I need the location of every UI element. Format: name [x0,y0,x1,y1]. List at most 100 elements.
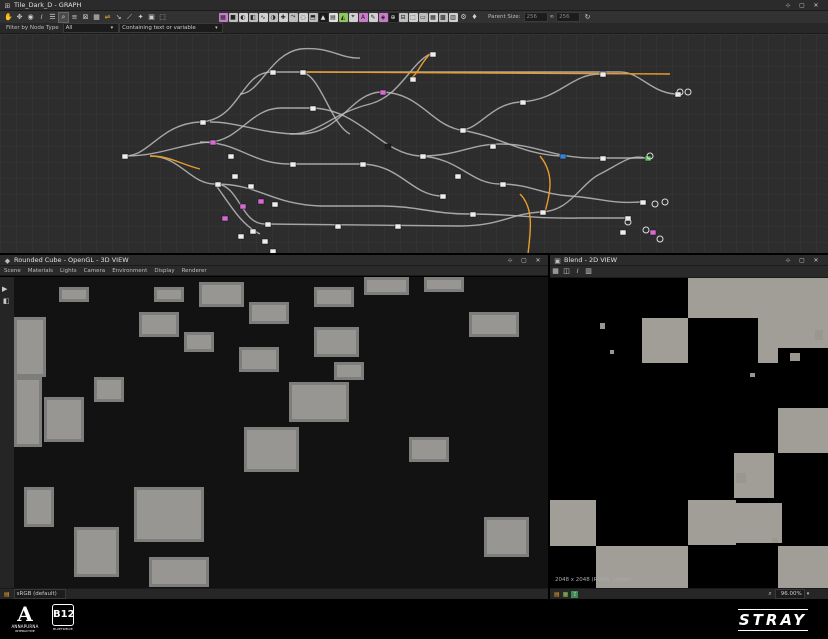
graph-node-11 [469,211,477,218]
search-mode-select[interactable]: Containing text or variable [119,23,224,33]
node-pin-icon[interactable]: ▦ [428,12,438,22]
view3d-pin-icon[interactable]: ⊹ [506,257,514,265]
view2d-maximize-icon[interactable]: ▢ [798,257,806,265]
view3d-menu-camera[interactable]: Camera [84,268,106,274]
node-curve-icon[interactable]: ∿ [258,12,268,22]
view3d-menu-renderer[interactable]: Renderer [182,268,207,274]
graph-node-41 [237,233,245,240]
node-gradient-icon[interactable]: ◭ [338,12,348,22]
align-icon[interactable]: ☰ [48,13,57,22]
node-hsl-icon[interactable]: ◑ [268,12,278,22]
grid-icon[interactable]: ▦ [92,13,101,22]
view2d-channel-icon[interactable]: ▦ [551,267,560,276]
annapurna-logo-mark-icon: A [17,602,33,626]
node-normal-icon[interactable]: ⬒ [308,12,318,22]
node-transform-icon[interactable]: ✚ [278,12,288,22]
pin-icon[interactable]: ⊹ [784,2,792,10]
search-icon[interactable]: ⌕ [58,11,69,23]
node-bitmap-icon[interactable]: ◈ [378,12,388,22]
view2d-blob-2 [790,353,800,361]
parent-size-width-field[interactable]: 256 [523,12,548,22]
info-icon[interactable]: 𝑖 [37,13,46,22]
view2d-color-icon[interactable]: ▦ [563,591,569,598]
node-fxmap-icon[interactable]: ▲ [318,12,328,22]
view2d-viewport[interactable]: 2048 x 2048 (RGBA, 16bpc) [550,278,828,588]
view3d-viewport[interactable]: ▶ ◧ [0,277,548,588]
view3d-menu-lights[interactable]: Lights [60,268,77,274]
view3d-maximize-icon[interactable]: ▢ [520,257,528,265]
link-curve-icon[interactable]: ↘ [114,13,123,22]
filter-label: Filter by Node Type [6,25,59,31]
node-distance-icon[interactable]: ⌖ [348,12,358,22]
snap-icon[interactable]: ⊠ [81,13,90,22]
view2d-tile-icon[interactable]: ◫ [562,267,571,276]
view2d-info-icon[interactable]: 𝑖 [573,267,582,276]
parent-size-height-field[interactable]: 256 [556,12,581,22]
view2d-tile-7 [550,500,596,546]
graph-filterbar: Filter by Node Type All ▾ Containing tex… [0,23,828,34]
node-output-icon[interactable]: ⊟ [398,12,408,22]
frame-all-icon[interactable]: ✥ [15,13,24,22]
node-warp-icon[interactable]: ⤳ [288,12,298,22]
maximize-icon[interactable]: ▢ [798,2,806,10]
node-text-icon[interactable]: A [358,12,368,22]
view2d-blob-1 [610,350,614,354]
view2d-export-icon[interactable]: ⇪ [571,590,579,598]
node-blend-icon[interactable]: ◐ [238,12,248,22]
view3d-tile-highlight-20 [317,290,351,304]
image-icon[interactable]: ▣ [147,13,156,22]
camera-icon[interactable]: ◉ [26,13,35,22]
node-levels-icon[interactable]: ◧ [248,12,258,22]
zoom-field[interactable]: 96.00% [774,589,805,599]
list-icon[interactable]: ≡ [70,13,79,22]
node-uniform-icon[interactable]: ■ [228,12,238,22]
view3d-tile-highlight-22 [62,290,86,299]
view2d-layers-icon[interactable]: ▤ [554,591,560,598]
zoom-chevron-icon[interactable]: ▾ [807,591,810,597]
camera-view-icon[interactable]: ▶ [2,285,7,293]
view3d-menu-environment[interactable]: Environment [112,268,147,274]
stray-logo: STRAY [738,609,808,631]
frame-icon[interactable]: ⬚ [158,13,167,22]
graph-node-43 [269,248,277,253]
refresh-icon[interactable]: ↻ [583,13,592,22]
view2d-pin-icon[interactable]: ⊹ [784,257,792,265]
node-frame-icon[interactable]: ⬚ [408,12,418,22]
link-style-icon[interactable]: ⇌ [103,13,112,22]
node-dot-icon[interactable]: ▩ [438,12,448,22]
zoom-fit-icon[interactable]: ⌕ [768,590,771,598]
node-atomic-icon[interactable]: ▦ [218,12,228,22]
node-switch-icon[interactable]: ▥ [448,12,458,22]
view3d-menu-materials[interactable]: Materials [28,268,53,274]
settings-icon[interactable]: ⚙ [459,13,468,22]
node-pixel-processor-icon[interactable]: ▤ [328,12,338,22]
close-icon[interactable]: ✕ [812,2,820,10]
graph-canvas[interactable] [0,34,828,253]
view3d-tile-highlight-4 [77,530,116,574]
view2d-close-icon[interactable]: ✕ [812,257,820,265]
bulb-icon[interactable]: ♦ [470,13,479,22]
colorspace-select[interactable]: sRGB (default) [13,589,66,599]
layers-icon[interactable]: ▤ [4,591,10,598]
search-mode-chevron-icon[interactable]: ▾ [215,25,218,31]
hand-tool-icon[interactable]: ✋ [4,13,13,22]
graph-node-25 [384,143,392,150]
view3d-menu-scene[interactable]: Scene [4,268,21,274]
filter-dropdown-chevron-icon[interactable]: ▾ [111,25,114,31]
node-comment-icon[interactable]: ▭ [418,12,428,22]
graph-link-active-3 [519,193,532,253]
link-ratio-icon[interactable]: ∞ [550,14,555,20]
pick-icon[interactable]: ⟋ [125,13,134,22]
node-input-icon[interactable]: ⊕ [388,12,398,22]
graph-node-6 [299,69,307,76]
node-svg-icon[interactable]: ✎ [368,12,378,22]
pin-node-icon[interactable]: ✦ [136,13,145,22]
graph-output-node-7 [656,235,664,243]
view3d-close-icon[interactable]: ✕ [534,257,542,265]
node-blur-icon[interactable]: ◌ [298,12,308,22]
view2d-histogram-icon[interactable]: ▥ [584,267,593,276]
fit-view-icon[interactable]: ◧ [3,297,10,305]
view3d-menu-display[interactable]: Display [154,268,174,274]
graph-node-5 [269,69,277,76]
graph-node-38 [257,198,265,205]
